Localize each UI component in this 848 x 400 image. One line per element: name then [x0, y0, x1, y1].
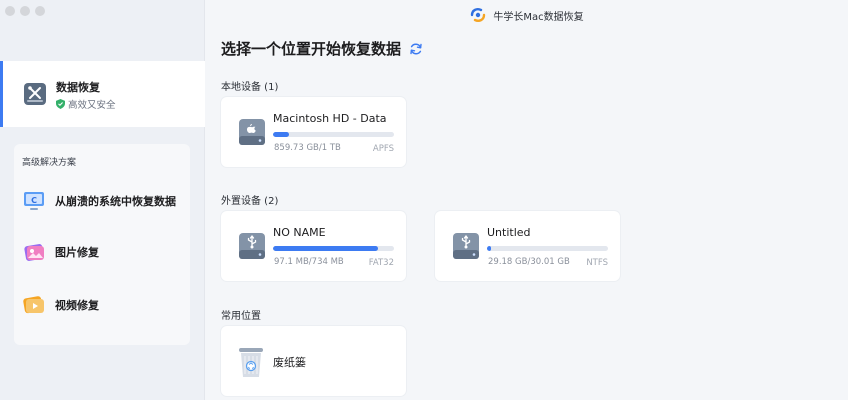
app-title-text: 牛学长Mac数据恢复 [493, 11, 584, 23]
capacity-bar [273, 246, 394, 251]
sidebar-item-label: 数据恢复 [56, 81, 100, 94]
local-devices-label: 本地设备 (1) [221, 82, 279, 93]
item-label: 图片修复 [55, 246, 99, 259]
apple-drive-icon [239, 119, 265, 145]
external-devices-label: 外置设备 (2) [221, 196, 279, 207]
device-capacity: 97.1 MB/734 MB [274, 257, 344, 267]
sidebar-item-subtitle: 高效又安全 [56, 97, 116, 111]
usb-drive-icon [239, 233, 265, 259]
app-logo-icon [471, 8, 486, 22]
main-content: 牛学长Mac数据恢复 选择一个位置开始恢复数据 本地设备 (1) Macinto… [205, 0, 848, 400]
subtitle-text: 高效又安全 [68, 100, 116, 111]
sidebar: 数据恢复 高效又安全 高级解决方案 C 从崩溃的系统中恢复数据 图片修复 视频修… [0, 0, 205, 400]
device-filesystem: FAT32 [368, 258, 394, 268]
usb-drive-icon [453, 233, 479, 259]
device-capacity: 29.18 GB/30.01 GB [488, 257, 570, 267]
item-label: 从崩溃的系统中恢复数据 [55, 195, 176, 208]
refresh-icon[interactable] [409, 42, 423, 56]
trash-icon [239, 348, 263, 377]
sidebar-item-crash-recovery[interactable]: C 从崩溃的系统中恢复数据 [22, 189, 176, 213]
capacity-bar [273, 132, 394, 137]
device-filesystem: NTFS [586, 258, 608, 268]
window-title: 牛学长Mac数据恢复 [205, 6, 848, 24]
capacity-bar-fill [273, 246, 379, 251]
video-repair-icon [23, 296, 44, 314]
close-window-button[interactable] [5, 6, 15, 16]
location-card-trash[interactable]: 废纸篓 [221, 326, 406, 396]
minimize-window-button[interactable] [20, 6, 30, 16]
page-title: 选择一个位置开始恢复数据 [221, 38, 423, 59]
advanced-solutions-title: 高级解决方案 [22, 158, 77, 168]
capacity-bar-fill [487, 246, 491, 251]
page-title-text: 选择一个位置开始恢复数据 [221, 40, 402, 58]
common-locations-label: 常用位置 [221, 311, 261, 322]
item-label: 视频修复 [55, 299, 99, 312]
device-name: Macintosh HD - Data [273, 112, 387, 125]
device-card-no-name[interactable]: NO NAME 97.1 MB/734 MB FAT32 [221, 211, 406, 281]
device-capacity: 859.73 GB/1 TB [274, 143, 341, 153]
capacity-bar [487, 246, 608, 251]
zoom-window-button[interactable] [35, 6, 45, 16]
device-name: NO NAME [273, 226, 326, 239]
sidebar-item-data-recovery[interactable]: 数据恢复 高效又安全 [0, 61, 205, 127]
advanced-solutions-panel: 高级解决方案 C 从崩溃的系统中恢复数据 图片修复 视频修复 [14, 144, 190, 345]
shield-check-icon [56, 99, 65, 109]
device-card-untitled[interactable]: Untitled 29.18 GB/30.01 GB NTFS [435, 211, 620, 281]
sidebar-item-video-repair[interactable]: 视频修复 [22, 293, 99, 317]
tools-drive-icon [24, 83, 46, 105]
location-name: 废纸篓 [273, 356, 306, 369]
device-name: Untitled [487, 226, 531, 239]
svg-text:C: C [31, 196, 37, 205]
device-filesystem: APFS [372, 144, 394, 154]
capacity-bar-fill [273, 132, 289, 137]
device-card-macintosh-hd[interactable]: Macintosh HD - Data 859.73 GB/1 TB APFS [221, 97, 406, 167]
active-indicator [0, 61, 3, 127]
monitor-recovery-icon: C [24, 192, 44, 210]
window-controls [5, 6, 45, 16]
photo-repair-icon [24, 244, 44, 261]
sidebar-item-photo-repair[interactable]: 图片修复 [22, 240, 99, 264]
